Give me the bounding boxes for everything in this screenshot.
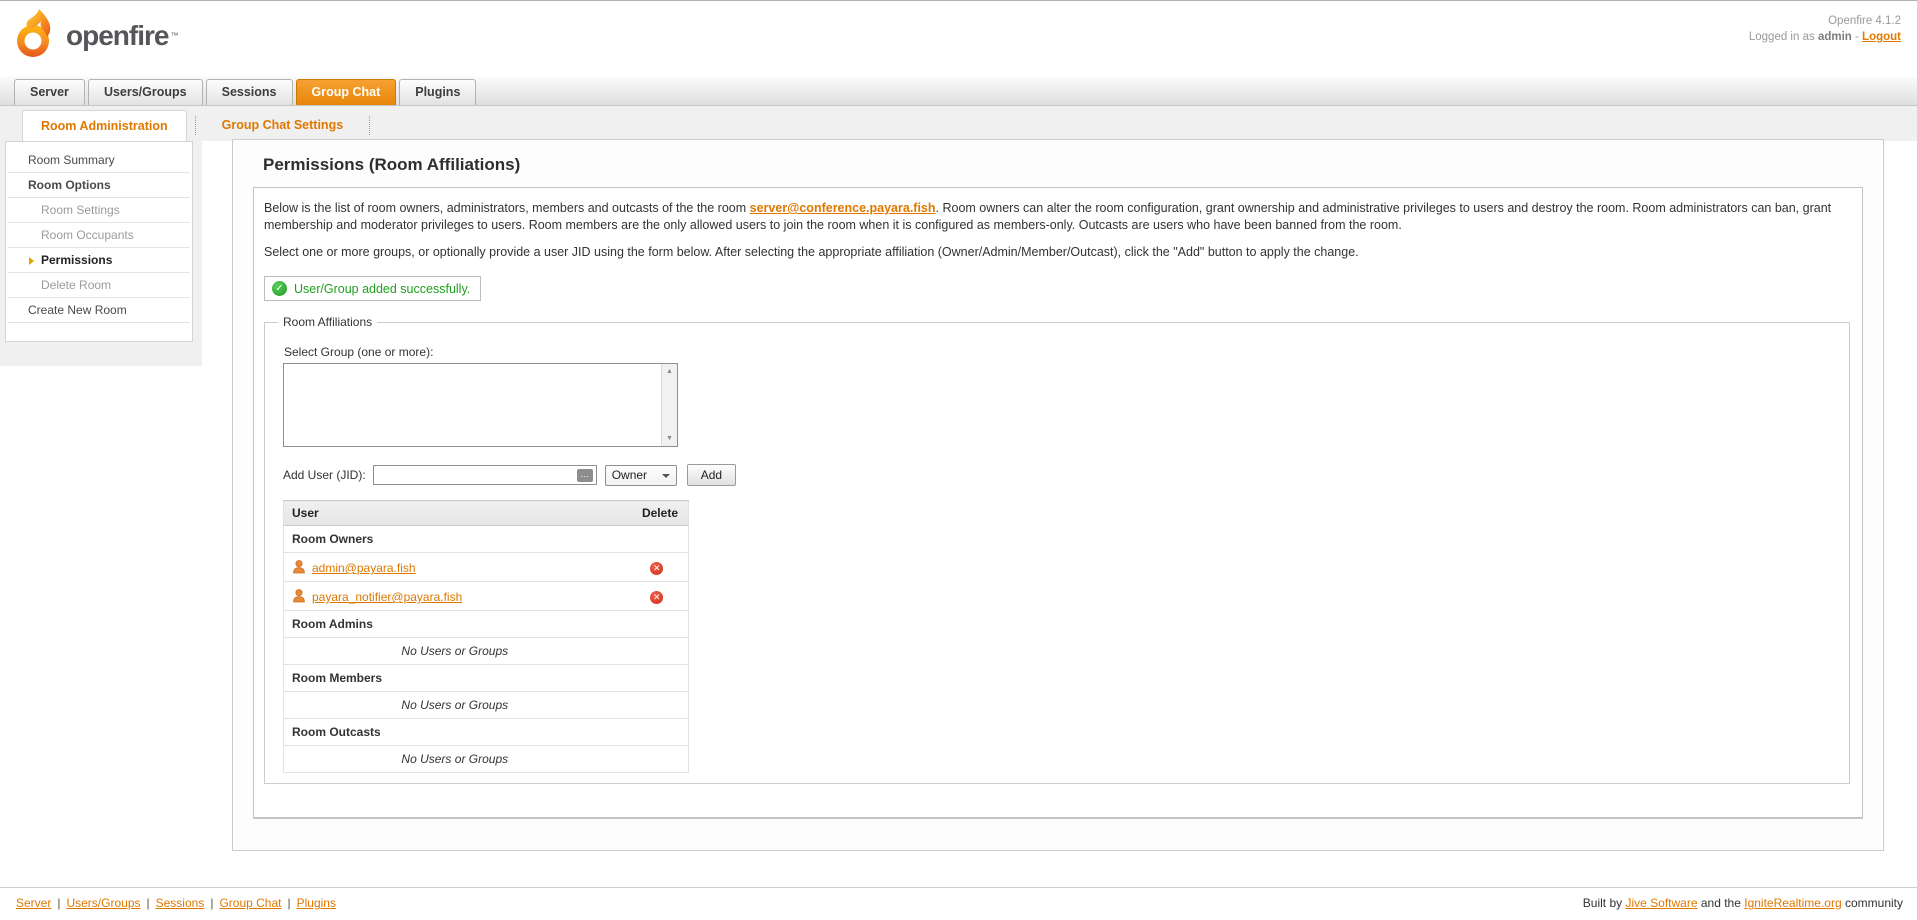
empty-label: No Users or Groups [284,638,626,665]
section-row-room-outcasts: Room Outcasts [284,719,689,746]
nav-tab-server[interactable]: Server [14,79,85,105]
main-nav-bar: ServerUsers/GroupsSessionsGroup ChatPlug… [0,77,1917,106]
footer-separator: | [57,896,60,910]
sidebar-item-create-new-room[interactable]: Create New Room [8,298,190,323]
sidebar-item-permissions[interactable]: Permissions [8,248,190,273]
app-header: openfire ™ Openfire 4.1.2 Logged in as a… [0,1,1917,77]
delete-user-icon[interactable]: ✕ [650,591,663,604]
room-affiliations-fieldset: Room Affiliations Select Group (one or m… [264,315,1850,784]
igniterealtime-link[interactable]: IgniteRealtime.org [1744,896,1841,910]
footer-link-group-chat[interactable]: Group Chat [219,896,281,910]
content-box: Below is the list of room owners, admini… [253,187,1863,819]
add-user-label: Add User (JID): [283,468,366,482]
sidebar-menu: Room SummaryRoom OptionsRoom SettingsRoo… [5,141,193,342]
description-paragraph-1: Below is the list of room owners, admini… [264,200,1850,234]
user-browser-icon[interactable]: … [577,469,593,482]
section-title: Room Members [284,665,689,692]
footer-link-server[interactable]: Server [16,896,51,910]
description-paragraph-2: Select one or more groups, or optionally… [264,244,1850,261]
listbox-scrollbar[interactable]: ▲ ▼ [661,364,677,446]
empty-row: No Users or Groups [284,746,689,773]
add-button[interactable]: Add [687,464,736,486]
delete-cell-empty [626,638,689,665]
success-message: ✓ User/Group added successfully. [264,276,481,301]
footer-separator: | [147,896,150,910]
section-row-room-owners: Room Owners [284,526,689,553]
version-label: Openfire 4.1.2 [1749,13,1901,29]
nav-tab-users-groups[interactable]: Users/Groups [88,79,203,105]
page-footer: Server | Users/Groups | Sessions | Group Chat |… [0,887,1917,920]
logout-link[interactable]: Logout [1862,31,1901,43]
footer-credits: Built by Jive Software and the IgniteRea… [1583,896,1903,920]
user-column-header: User [284,501,626,526]
sidebar-item-delete-room[interactable]: Delete Room [8,273,190,298]
user-jid-link[interactable]: payara_notifier@payara.fish [312,590,462,604]
footer-separator: | [288,896,291,910]
sidebar-item-room-occupants[interactable]: Room Occupants [8,223,190,248]
section-row-room-members: Room Members [284,665,689,692]
chevron-down-icon [662,474,670,478]
empty-label: No Users or Groups [284,746,626,773]
sidebar-item-room-summary[interactable]: Room Summary [8,148,190,173]
jid-input[interactable] [373,465,597,485]
scroll-up-icon[interactable]: ▲ [662,364,677,379]
openfire-flame-icon [14,7,58,64]
logo-wordmark: openfire [66,20,168,52]
section-title: Room Owners [284,526,689,553]
subnav-tab-group-chat-settings[interactable]: Group Chat Settings [204,110,362,141]
footer-link-sessions[interactable]: Sessions [156,896,205,910]
empty-row: No Users or Groups [284,638,689,665]
user-icon [292,561,306,575]
delete-cell-empty [626,746,689,773]
nav-tab-sessions[interactable]: Sessions [206,79,293,105]
page-title: Permissions (Room Affiliations) [263,155,1883,175]
affiliation-select[interactable]: Owner [605,465,677,486]
openfire-logo: openfire ™ [14,7,178,64]
subnav-tab-room-administration[interactable]: Room Administration [22,110,187,141]
room-jid-link[interactable]: server@conference.payara.fish [750,201,936,215]
logged-in-user: admin [1818,31,1852,43]
footer-separator: | [210,896,213,910]
subnav-bar: Room Administration Group Chat Settings [22,110,378,141]
delete-column-header: Delete [626,501,689,526]
group-multiselect[interactable]: ▲ ▼ [283,363,678,447]
login-status: Logged in as admin - Logout [1749,29,1901,45]
footer-nav-links: Server | Users/Groups | Sessions | Group Chat |… [16,896,336,920]
success-check-icon: ✓ [272,281,287,296]
select-group-label: Select Group (one or more): [284,345,1849,359]
affiliations-table: User Delete Room Ownersadmin@payara.fish… [283,500,689,773]
empty-row: No Users or Groups [284,692,689,719]
empty-label: No Users or Groups [284,692,626,719]
user-icon [292,590,306,604]
section-title: Room Admins [284,611,689,638]
fieldset-legend: Room Affiliations [278,315,377,329]
nav-tab-plugins[interactable]: Plugins [399,79,476,105]
subnav-separator [195,116,196,135]
user-row: payara_notifier@payara.fish ✕ [284,582,689,611]
sidebar-item-room-options[interactable]: Room Options [8,173,190,198]
jive-software-link[interactable]: Jive Software [1625,896,1697,910]
nav-tab-group-chat[interactable]: Group Chat [296,79,397,105]
scroll-down-icon[interactable]: ▼ [662,431,677,446]
subnav-separator [369,116,370,135]
section-title: Room Outcasts [284,719,689,746]
user-row: admin@payara.fish ✕ [284,553,689,582]
logo-trademark: ™ [170,31,178,40]
footer-link-users-groups[interactable]: Users/Groups [66,896,140,910]
user-jid-link[interactable]: admin@payara.fish [312,561,416,575]
content-panel: Permissions (Room Affiliations) Below is… [232,139,1884,851]
delete-user-icon[interactable]: ✕ [650,562,663,575]
section-row-room-admins: Room Admins [284,611,689,638]
delete-cell-empty [626,692,689,719]
footer-link-plugins[interactable]: Plugins [297,896,336,910]
sidebar-item-room-settings[interactable]: Room Settings [8,198,190,223]
